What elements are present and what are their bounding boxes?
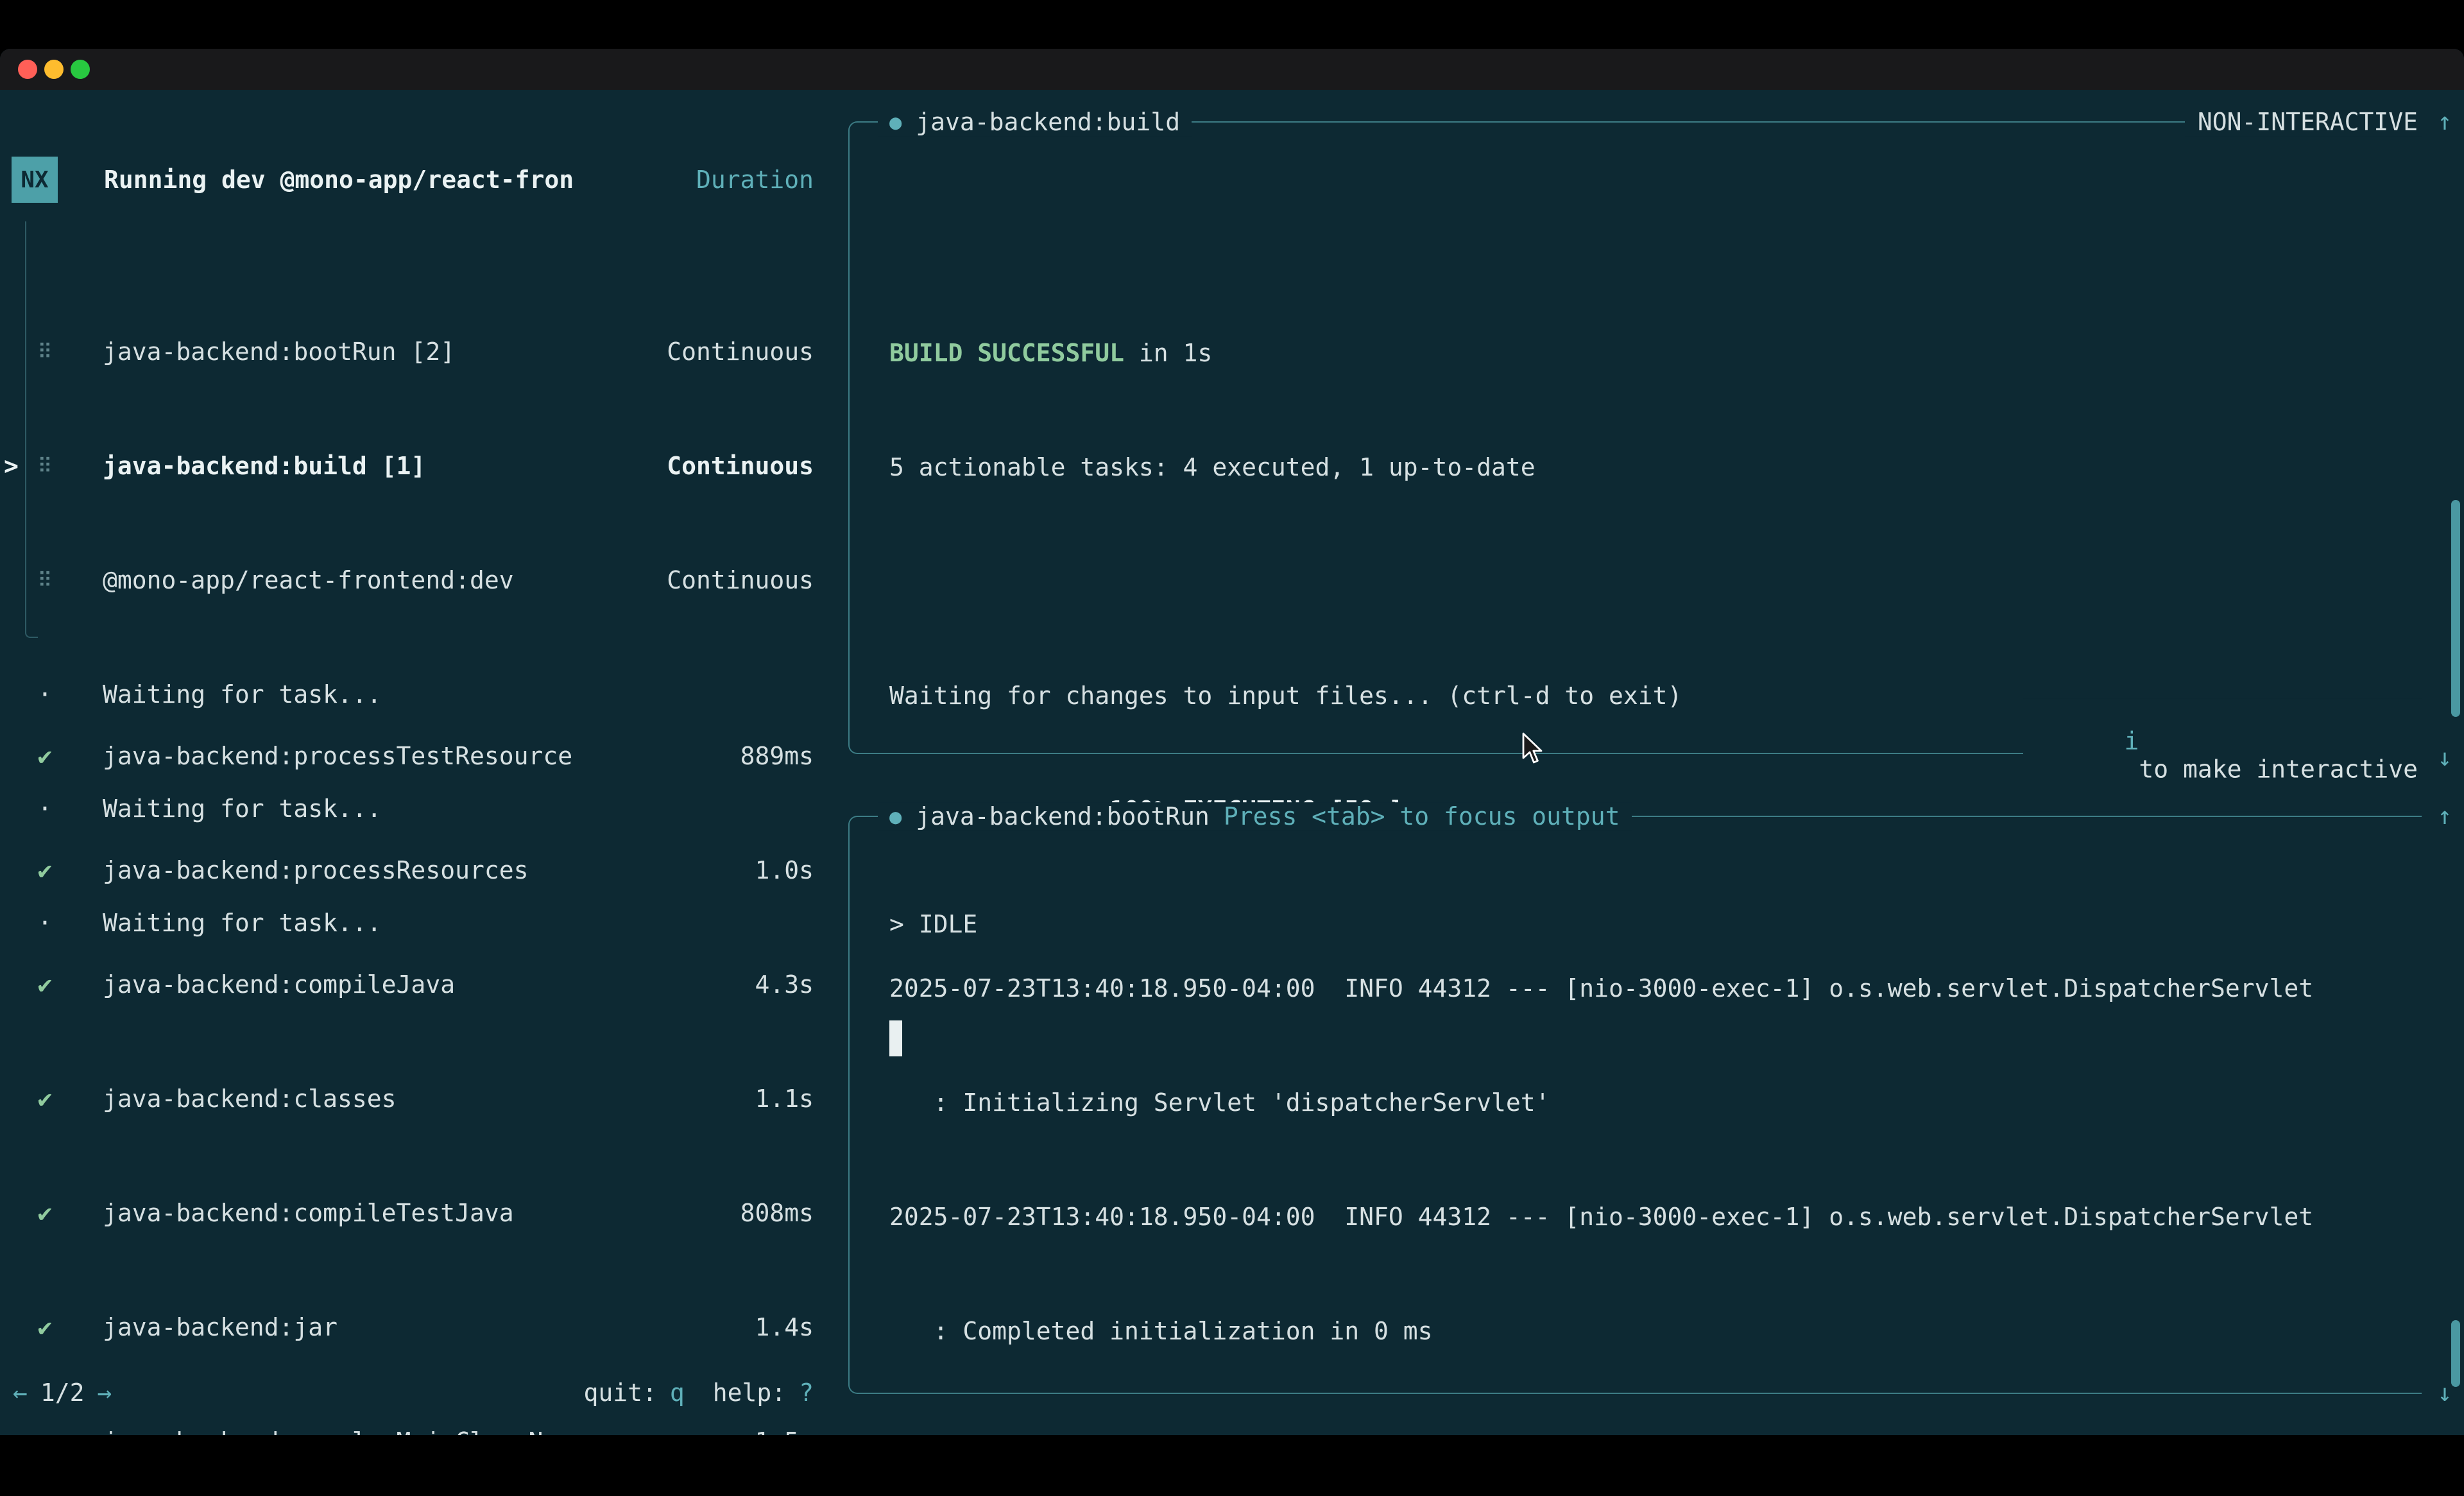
check-icon: ✔ <box>30 970 60 999</box>
minimize-window-button[interactable] <box>44 60 64 79</box>
task-duration: 889ms <box>740 742 814 770</box>
progress-fill: ═════════ <box>934 1431 1066 1435</box>
task-duration: 1.0s <box>755 856 814 884</box>
task-duration: Continuous <box>667 566 814 594</box>
help-key: ? <box>799 1379 814 1407</box>
panel-title-text: java-backend:build <box>916 108 1180 136</box>
task-duration: 1.4s <box>755 1313 814 1341</box>
spinner-icon: ⠿ <box>30 340 60 364</box>
task-bullet-icon: ● <box>889 804 902 829</box>
task-label: java-backend:jar <box>103 1313 338 1341</box>
completed-task-list: ✔ java-backend:processTestResource 889ms… <box>0 671 833 1435</box>
task-row[interactable]: ✔ java-backend:jar 1.4s <box>0 1298 833 1356</box>
check-icon: ✔ <box>30 856 60 884</box>
duration-column-header: Duration <box>696 166 814 194</box>
task-list-title: Running dev @mono-app/react-fron <box>104 166 574 194</box>
interactive-hint-key: i <box>2124 727 2139 755</box>
task-duration: 4.3s <box>755 970 814 999</box>
page-indicator: 1/2 <box>40 1379 85 1407</box>
spinner-icon: ⠿ <box>30 454 60 478</box>
close-window-button[interactable] <box>18 60 37 79</box>
next-page-icon[interactable]: → <box>98 1379 112 1407</box>
task-label: java-backend:classes <box>103 1085 397 1113</box>
log-line: : Initializing Servlet 'dispatcherServle… <box>889 1074 2313 1131</box>
prev-page-icon[interactable]: ← <box>13 1379 28 1407</box>
progress-open-bracket: <<< <box>889 1431 934 1435</box>
task-row-selected[interactable]: > ⠿ java-backend:build [1] Continuous <box>0 437 833 495</box>
scroll-up-icon[interactable]: ↑ <box>2427 802 2463 830</box>
quit-hint-label: quit: <box>583 1379 656 1407</box>
task-duration: Continuous <box>667 338 814 366</box>
task-label: java-backend:resolveMainClassNam <box>103 1427 572 1435</box>
terminal-window: NX Running dev @mono-app/react-fron Dura… <box>0 49 2464 1435</box>
mouse-cursor <box>1462 704 1546 800</box>
window-titlebar <box>0 49 2464 90</box>
quit-key: q <box>670 1379 685 1407</box>
scrollbar-thumb[interactable] <box>2451 500 2460 717</box>
waiting-line: Waiting for changes to input files... (c… <box>889 667 1682 725</box>
bootrun-terminal-output: 2025-07-23T13:40:18.950-04:00 INFO 44312… <box>889 903 2313 1435</box>
interactive-hint-text: to make interactive <box>2124 755 2418 784</box>
check-icon: ✔ <box>30 742 60 770</box>
progress-close-bracket: ---> <box>1066 1431 1125 1435</box>
task-row[interactable]: ✔ java-backend:processTestResource 889ms <box>0 727 833 785</box>
task-list-header: NX Running dev @mono-app/react-fron Dura… <box>0 157 833 203</box>
scroll-down-icon[interactable]: ↓ <box>2427 743 2463 771</box>
task-row[interactable]: ✔ java-backend:processResources 1.0s <box>0 841 833 899</box>
task-row[interactable]: ✔ java-backend:classes 1.1s <box>0 1070 833 1128</box>
pagination: ← 1/2 → <box>13 1379 112 1407</box>
check-icon: ✔ <box>30 1427 60 1435</box>
scroll-up-icon[interactable]: ↑ <box>2427 107 2463 135</box>
task-row[interactable]: ⠿ java-backend:bootRun [2] Continuous <box>0 323 833 381</box>
task-label: java-backend:compileJava <box>103 970 455 999</box>
build-status-text: BUILD SUCCESSFUL <box>889 339 1124 367</box>
task-label: java-backend:build [1] <box>103 452 425 480</box>
log-line: 2025-07-23T13:40:18.950-04:00 INFO 44312… <box>889 1188 2313 1246</box>
task-duration: 1.5s <box>755 1427 814 1435</box>
task-row[interactable]: ✔ java-backend:compileJava 4.3s <box>0 956 833 1013</box>
bootrun-output-panel[interactable]: ● java-backend:bootRun Press <tab> to fo… <box>848 816 2422 1394</box>
task-bullet-icon: ● <box>889 110 902 134</box>
build-panel-title: ● java-backend:build <box>878 108 1192 136</box>
log-line: 2025-07-23T13:40:18.950-04:00 INFO 44312… <box>889 959 2313 1017</box>
check-icon: ✔ <box>30 1085 60 1113</box>
focus-output-hint: Press <tab> to focus output <box>1224 802 1620 830</box>
task-label: java-backend:processResources <box>103 856 528 884</box>
task-row[interactable]: ⠿ @mono-app/react-frontend:dev Continuou… <box>0 551 833 609</box>
keyboard-hints: quit: q help: ? <box>583 1379 814 1407</box>
log-line: : Completed initialization in 0 ms <box>889 1302 2313 1360</box>
task-label: @mono-app/react-frontend:dev <box>103 566 514 594</box>
blank-line <box>889 553 1682 610</box>
nx-logo: NX <box>12 157 58 203</box>
scrollbar-thumb[interactable] <box>2451 1320 2460 1387</box>
task-duration: Continuous <box>667 452 814 480</box>
build-time-text: in 1s <box>1124 339 1212 367</box>
task-duration: 808ms <box>740 1199 814 1227</box>
panel-title-text: java-backend:bootRun <box>916 802 1210 830</box>
check-icon: ✔ <box>30 1313 60 1341</box>
interactive-hint: i to make interactive <box>2023 699 2422 812</box>
task-row[interactable]: ✔ java-backend:compileTestJava 808ms <box>0 1184 833 1242</box>
build-output-panel[interactable]: ● java-backend:build NON-INTERACTIVE BUI… <box>848 121 2422 754</box>
build-result-line: BUILD SUCCESSFUL in 1s <box>889 324 1682 382</box>
task-duration: 1.1s <box>755 1085 814 1113</box>
selected-marker: > <box>4 452 19 480</box>
noninteractive-badge: NON-INTERACTIVE <box>2185 108 2422 136</box>
task-label: java-backend:bootRun [2] <box>103 338 455 366</box>
task-label: java-backend:compileTestJava <box>103 1199 514 1227</box>
task-label: java-backend:processTestResource <box>103 742 572 770</box>
spinner-icon: ⠿ <box>30 568 60 592</box>
bootrun-panel-title: ● java-backend:bootRun Press <tab> to fo… <box>878 802 1632 830</box>
progress-status: 80% EXECUTING [59s] <box>1124 1431 1418 1435</box>
task-list-footer: ← 1/2 → quit: q help: ? <box>0 1364 833 1422</box>
zoom-window-button[interactable] <box>71 60 90 79</box>
tasks-summary-line: 5 actionable tasks: 4 executed, 1 up-to-… <box>889 438 1682 496</box>
gradle-progress-line: <<< ═════════ ---> 80% EXECUTING [59s] <box>889 1416 2313 1435</box>
check-icon: ✔ <box>30 1199 60 1227</box>
help-hint-label: help: <box>713 1379 786 1407</box>
